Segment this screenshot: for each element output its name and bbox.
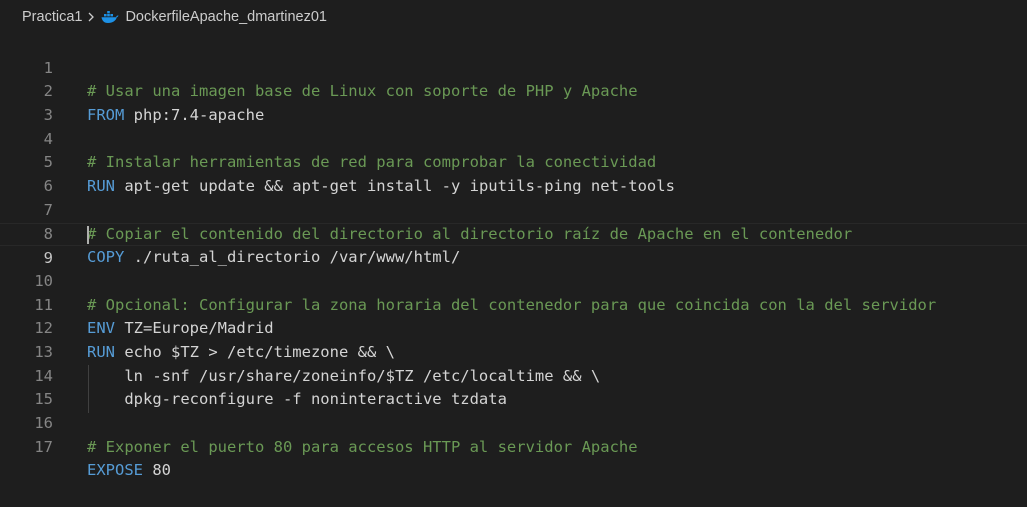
code-line[interactable]: 15 <box>0 365 1027 408</box>
code-line[interactable]: 12 RUN echo $TZ > /etc/timezone && \ <box>0 294 1027 361</box>
code-line[interactable]: 14 dpkg-reconfigure -f noninteractive tz… <box>0 341 1027 409</box>
code-line[interactable]: 17 EXPOSE 80 <box>0 412 1027 480</box>
code-line-current[interactable]: 9 <box>0 222 1027 267</box>
code-line[interactable]: 5 RUN apt-get update && apt-get install … <box>0 128 1027 195</box>
code-line[interactable]: 13 ln -snf /usr/share/zoneinfo/$TZ /etc/… <box>0 317 1027 385</box>
breadcrumb-file[interactable]: DockerfileApache_dmartinez01 <box>125 9 327 25</box>
code-line[interactable]: 1 # Usar una imagen base de Linux con so… <box>0 33 1027 101</box>
text-cursor <box>87 225 89 244</box>
code-line[interactable]: 4 # Instalar herramientas de red para co… <box>0 104 1027 172</box>
code-line[interactable]: 2 FROM php:7.4-apache <box>0 57 1027 124</box>
code-line[interactable]: 6 <box>0 151 1027 195</box>
code-text: 80 <box>143 461 171 480</box>
code-line[interactable]: 8 COPY ./ruta_al_directorio /var/www/htm… <box>0 199 1027 267</box>
docker-icon <box>101 10 119 24</box>
breadcrumb-folder[interactable]: Practica1 <box>22 9 82 25</box>
chevron-right-icon <box>86 11 96 23</box>
code-line[interactable]: 7 # Copiar el contenido del directorio a… <box>0 175 1027 243</box>
code-editor[interactable]: 1 # Usar una imagen base de Linux con so… <box>0 33 1027 480</box>
code-line[interactable]: 16 # Exponer el puerto 80 para accesos H… <box>0 388 1027 456</box>
line-number: 17 <box>34 437 53 456</box>
breadcrumb: Practica1 DockerfileApache_dmartinez01 <box>0 0 1027 33</box>
comment-text: # Exponer el puerto 80 para accesos HTTP… <box>87 437 638 456</box>
keyword-text: EXPOSE <box>87 461 143 480</box>
code-line[interactable]: 3 <box>0 80 1027 124</box>
code-line[interactable]: 10 # Opcional: Configurar la zona horari… <box>0 246 1027 314</box>
code-line[interactable]: 11 ENV TZ=Europe/Madrid <box>0 270 1027 338</box>
